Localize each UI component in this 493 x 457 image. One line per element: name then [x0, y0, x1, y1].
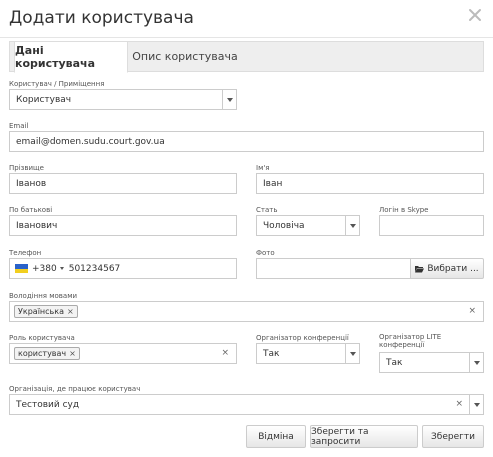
choose-photo-button[interactable]: Вибрати ...: [410, 258, 484, 279]
last-name-label: Прізвище: [9, 164, 44, 172]
patronymic-label: По батькові: [9, 206, 53, 214]
language-tag-label: Українська: [18, 307, 64, 316]
organization-value: Тестовий суд: [16, 399, 80, 410]
role-label: Роль користувача: [9, 334, 75, 342]
modal-header: Додати користувача: [0, 0, 493, 38]
role-tag-label: користувач: [18, 349, 67, 358]
organization-label: Організація, де працює користувач: [9, 385, 141, 393]
clear-icon[interactable]: ×: [455, 399, 463, 409]
languages-multiselect[interactable]: Українська × ×: [9, 301, 484, 322]
first-name-value: Іван: [263, 178, 283, 189]
remove-tag-icon[interactable]: ×: [67, 307, 74, 316]
folder-open-icon: [415, 265, 425, 273]
user-type-label: Користувач / Приміщення: [9, 80, 105, 88]
conf-organizer-value: Так: [263, 348, 280, 359]
tab-user-data[interactable]: Дані користувача: [14, 41, 128, 73]
role-multiselect[interactable]: користувач × ×: [9, 343, 237, 364]
photo-label: Фото: [256, 249, 275, 257]
clear-icon[interactable]: ×: [221, 348, 229, 358]
phone-field[interactable]: +380 501234567: [9, 258, 237, 279]
conf-organizer-label: Організатор конференції: [256, 334, 349, 342]
user-type-select[interactable]: Користувач: [9, 89, 237, 110]
chevron-down-icon[interactable]: [59, 267, 64, 270]
tabs-bar: Дані користувача Опис користувача: [9, 41, 484, 73]
gender-select[interactable]: Чоловіча: [256, 215, 360, 236]
organization-select[interactable]: Тестовий суд ×: [9, 394, 484, 415]
chevron-down-icon[interactable]: [469, 395, 483, 414]
phone-code[interactable]: +380: [32, 264, 57, 274]
tab-user-description[interactable]: Опис користувача: [132, 41, 238, 72]
patronymic-value: Іванович: [16, 220, 58, 231]
photo-field[interactable]: [256, 258, 411, 279]
language-tag: Українська ×: [14, 305, 78, 318]
conf-organizer-select[interactable]: Так: [256, 343, 360, 364]
email-value: email@domen.sudu.court.gov.ua: [16, 136, 165, 147]
chevron-down-icon[interactable]: [345, 344, 359, 363]
first-name-label: Ім'я: [256, 164, 270, 172]
chevron-down-icon[interactable]: [345, 216, 359, 235]
remove-tag-icon[interactable]: ×: [69, 349, 76, 358]
email-label: Email: [9, 122, 29, 130]
skype-label: Логін в Skype: [379, 206, 429, 214]
last-name-field[interactable]: Іванов: [9, 173, 237, 194]
lite-organizer-select[interactable]: Так: [379, 352, 484, 373]
save-button[interactable]: Зберегти: [422, 425, 484, 448]
email-field[interactable]: email@domen.sudu.court.gov.ua: [9, 131, 484, 152]
patronymic-field[interactable]: Іванович: [9, 215, 237, 236]
lite-organizer-label: Організатор LITE конференції: [379, 333, 442, 349]
ukraine-flag-icon[interactable]: [15, 264, 28, 273]
role-tag: користувач ×: [14, 347, 80, 360]
last-name-value: Іванов: [16, 178, 47, 189]
chevron-down-icon[interactable]: [222, 90, 236, 109]
gender-label: Стать: [256, 206, 278, 214]
cancel-button[interactable]: Відміна: [246, 425, 306, 448]
languages-label: Володіння мовами: [9, 292, 78, 300]
phone-label: Телефон: [9, 249, 42, 257]
gender-value: Чоловіча: [263, 220, 305, 231]
chevron-down-icon[interactable]: [469, 353, 483, 372]
close-icon[interactable]: [468, 8, 482, 22]
lite-organizer-value: Так: [386, 357, 403, 368]
phone-value: 501234567: [68, 263, 121, 274]
first-name-field[interactable]: Іван: [256, 173, 484, 194]
choose-photo-label: Вибрати ...: [427, 263, 479, 274]
user-type-value: Користувач: [16, 94, 72, 105]
clear-icon[interactable]: ×: [468, 306, 476, 316]
skype-field[interactable]: [379, 215, 484, 236]
modal-title: Додати користувача: [9, 8, 194, 28]
save-and-invite-button[interactable]: Зберегти та запросити: [310, 425, 418, 448]
